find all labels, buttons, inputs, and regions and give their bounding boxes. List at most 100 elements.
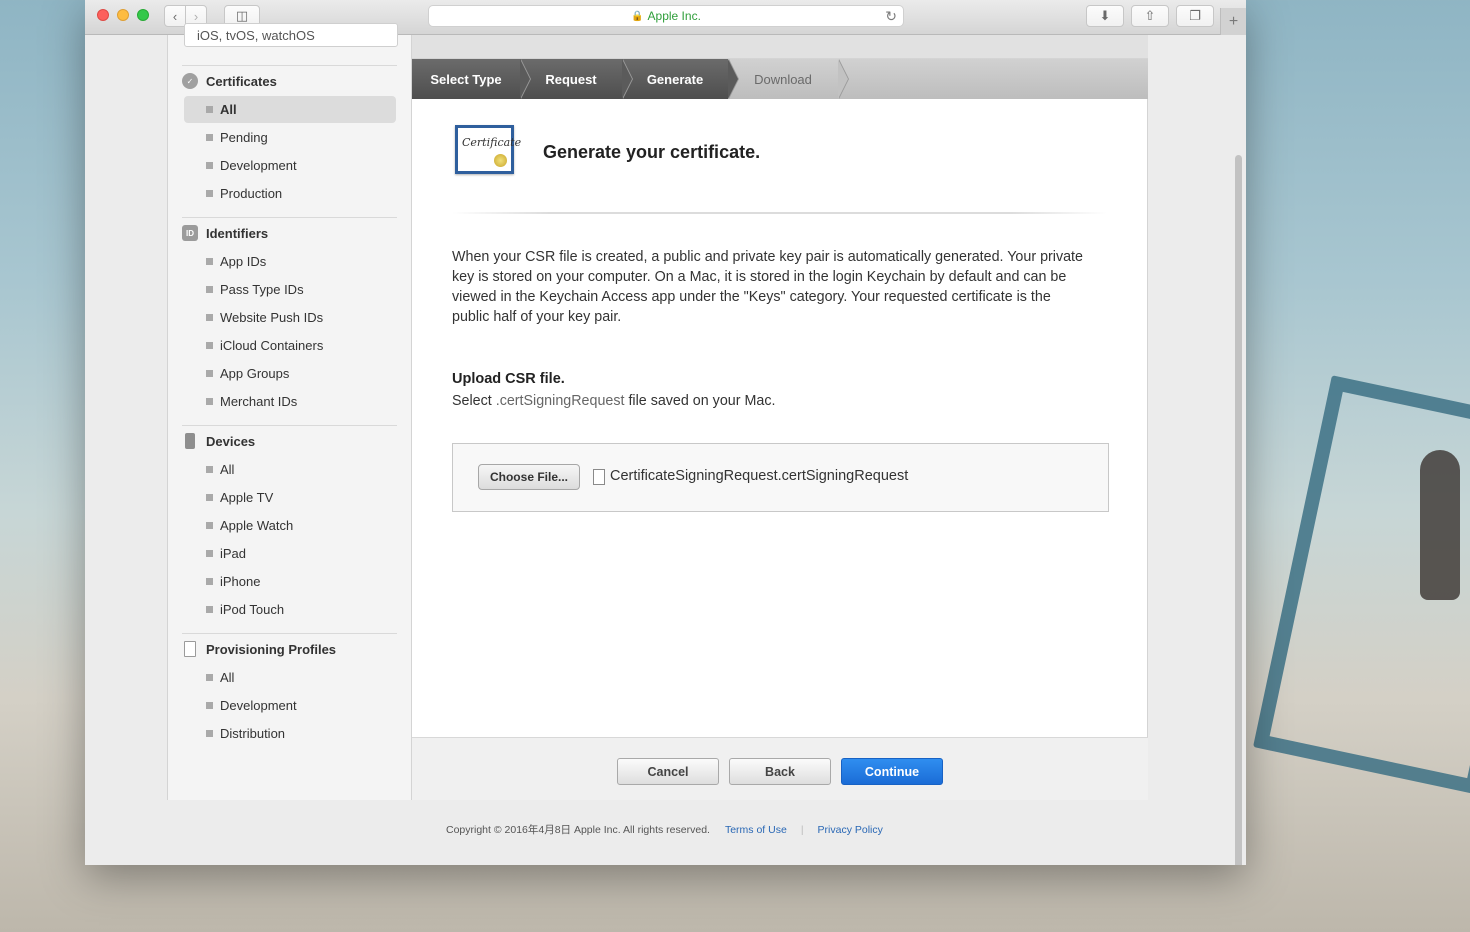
upload-title: Upload CSR file.: [452, 371, 565, 387]
sidebar-item-certificates-all[interactable]: All: [184, 96, 396, 123]
main-panel: Select Type Request Generate Download Ce: [412, 35, 1148, 800]
bullet-icon: [206, 550, 213, 557]
step-label: Select Type: [430, 71, 502, 87]
address-bar[interactable]: 🔒 Apple Inc. ↻: [428, 5, 904, 27]
sidebar-item-profiles-all[interactable]: All: [184, 664, 396, 691]
sidebar-item-ipad[interactable]: iPad: [184, 540, 396, 567]
file-upload-box: Choose File... CertificateSigningRequest…: [452, 443, 1109, 512]
step-label: Generate: [646, 71, 704, 87]
close-window-button[interactable]: [97, 9, 109, 21]
description-text: When your CSR file is created, a public …: [452, 249, 1083, 325]
certificate-badge-icon: ✓: [182, 73, 198, 89]
bullet-icon: [206, 674, 213, 681]
sidebar-icon: ◫: [235, 8, 249, 23]
section-title: Provisioning Profiles: [206, 641, 337, 657]
document-icon: [184, 641, 196, 657]
step-generate: Generate: [622, 59, 739, 99]
zoom-window-button[interactable]: [137, 9, 149, 21]
section-divider: [182, 217, 397, 218]
sidebar-item-ipod-touch[interactable]: iPod Touch: [184, 596, 396, 623]
certificate-icon: Certificate: [455, 125, 521, 174]
sidebar-item-app-groups[interactable]: App Groups: [184, 360, 396, 387]
sidebar-item-label: Production: [220, 186, 283, 201]
platform-select[interactable]: iOS, tvOS, watchOS: [184, 23, 398, 47]
id-badge-icon: ID: [182, 225, 198, 241]
back-button[interactable]: Back: [729, 758, 831, 785]
step-download: Download: [728, 59, 849, 99]
sidebar-item-label: All: [220, 102, 237, 117]
section-divider: [182, 65, 397, 66]
sidebar-item-certificates-development[interactable]: Development: [184, 152, 396, 179]
step-label: Request: [545, 71, 597, 87]
form-footer: Cancel Back Continue: [412, 737, 1148, 800]
bullet-icon: [206, 286, 213, 293]
new-tab-button[interactable]: +: [1220, 8, 1246, 35]
wallpaper-figure: [1420, 450, 1460, 600]
show-tabs-button[interactable]: ❐: [1176, 5, 1214, 27]
main-top-strip: [412, 35, 1148, 59]
sidebar-item-label: Merchant IDs: [220, 394, 298, 409]
sidebar-item-pass-type-ids[interactable]: Pass Type IDs: [184, 276, 396, 303]
sidebar-item-label: iPhone: [220, 574, 261, 589]
bullet-icon: [206, 106, 213, 113]
sidebar-item-label: Pending: [220, 130, 268, 145]
cancel-button[interactable]: Cancel: [617, 758, 719, 785]
sidebar-item-label: iPod Touch: [220, 602, 285, 617]
sidebar-item-icloud-containers[interactable]: iCloud Containers: [184, 332, 396, 359]
privacy-policy-link[interactable]: Privacy Policy: [818, 824, 883, 836]
section-devices: Devices: [182, 431, 255, 451]
reload-icon[interactable]: ↻: [885, 8, 897, 25]
sidebar-item-label: All: [220, 670, 235, 685]
downloads-button[interactable]: ⬇: [1086, 5, 1124, 27]
share-icon: ⇧: [1144, 8, 1156, 23]
chevron-right-icon: ›: [193, 8, 199, 24]
sidebar-item-label: App IDs: [220, 254, 267, 269]
bullet-icon: [206, 466, 213, 473]
step-progress-bar: Select Type Request Generate Download: [412, 59, 1148, 99]
bullet-icon: [206, 522, 213, 529]
upload-sub-prefix: Select: [452, 393, 496, 409]
bullet-icon: [206, 606, 213, 613]
sidebar-item-certificates-pending[interactable]: Pending: [184, 124, 396, 151]
download-icon: ⬇: [1099, 8, 1111, 23]
file-extension-text: .certSigningRequest: [495, 393, 625, 409]
tabs-icon: ❐: [1189, 8, 1201, 23]
share-button[interactable]: ⇧: [1131, 5, 1169, 27]
sidebar-item-label: Website Push IDs: [220, 310, 324, 325]
sidebar-item-profiles-distribution[interactable]: Distribution: [184, 720, 396, 747]
step-label: Download: [754, 71, 812, 87]
sidebar-item-label: iCloud Containers: [220, 338, 324, 353]
copyright-text: Copyright © 2016年4月8日 Apple Inc. All rig…: [446, 824, 710, 836]
sidebar-item-apple-watch[interactable]: Apple Watch: [184, 512, 396, 539]
section-certificates: ✓ Certificates: [182, 71, 277, 91]
sidebar-item-merchant-ids[interactable]: Merchant IDs: [184, 388, 396, 415]
upload-instructions: Select .certSigningRequest file saved on…: [452, 393, 775, 409]
sidebar-item-profiles-development[interactable]: Development: [184, 692, 396, 719]
back-nav-button[interactable]: ‹: [164, 5, 186, 27]
continue-button[interactable]: Continue: [841, 758, 943, 785]
terms-of-use-link[interactable]: Terms of Use: [725, 824, 787, 836]
sidebar-item-website-push-ids[interactable]: Website Push IDs: [184, 304, 396, 331]
page-scrollbar[interactable]: [1235, 155, 1242, 865]
sidebar-item-devices-all[interactable]: All: [184, 456, 396, 483]
sidebar-item-certificates-production[interactable]: Production: [184, 180, 396, 207]
section-divider: [182, 425, 397, 426]
bullet-icon: [206, 190, 213, 197]
bullet-icon: [206, 258, 213, 265]
bullet-icon: [206, 342, 213, 349]
sidebar-item-apple-tv[interactable]: Apple TV: [184, 484, 396, 511]
sidebar-item-iphone[interactable]: iPhone: [184, 568, 396, 595]
sidebar-item-label: Apple TV: [220, 490, 274, 505]
choose-file-button[interactable]: Choose File...: [478, 464, 580, 490]
file-icon: [593, 469, 605, 485]
sidebar-item-label: Development: [220, 158, 297, 173]
sidebar: iOS, tvOS, watchOS ✓ Certificates All Pe…: [167, 23, 412, 800]
minimize-window-button[interactable]: [117, 9, 129, 21]
sidebar-item-app-ids[interactable]: App IDs: [184, 248, 396, 275]
sidebar-item-label: Pass Type IDs: [220, 282, 304, 297]
footer-separator: |: [800, 823, 804, 836]
device-icon: [185, 433, 195, 449]
page-content: iOS, tvOS, watchOS ✓ Certificates All Pe…: [85, 23, 1246, 865]
bullet-icon: [206, 162, 213, 169]
seal-icon: [494, 154, 507, 167]
